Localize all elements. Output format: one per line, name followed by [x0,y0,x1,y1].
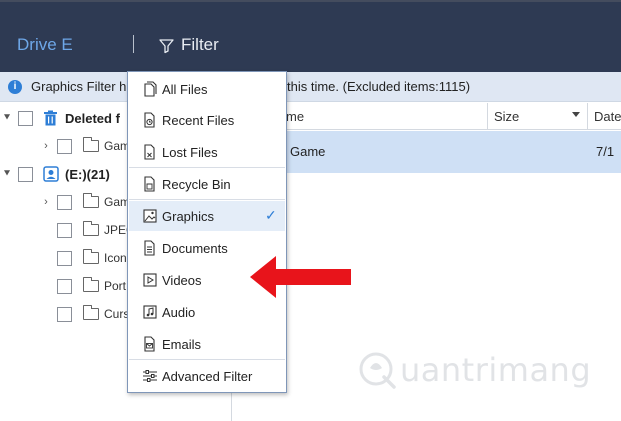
tree-checkbox[interactable] [57,222,72,238]
chevron-down-icon[interactable]: ⯆ [0,112,14,125]
info-text-right: this time. (Excluded items:1115) [287,79,471,94]
audio-icon [143,305,157,319]
drive-user-icon [42,166,59,183]
emails-icon [144,336,155,352]
menu-divider [129,199,285,200]
watermark-text: uantrimang [400,351,592,389]
menu-item-label: Recycle Bin [162,177,231,192]
menu-item-audio[interactable]: Audio [129,297,285,327]
menu-item-label: Documents [162,241,228,256]
tree-checkbox[interactable] [18,110,33,126]
menu-item-label: All Files [162,82,208,97]
chevron-right-icon[interactable]: › [39,140,53,152]
advanced-filter-icon [143,370,157,382]
graphics-icon [143,209,157,223]
folder-icon [82,277,99,295]
watermark-q-icon [359,352,396,389]
filter-dropdown-menu: All Files Recent Files Lost Files Recycl… [127,71,287,393]
table-row[interactable]: Game 7/1 [233,131,621,173]
tree-item-label: Curs [104,307,130,321]
menu-divider [129,167,285,168]
red-arrow-icon [250,256,351,298]
tree-checkbox[interactable] [57,250,72,266]
info-icon: i [8,80,22,94]
filter-button[interactable]: Filter [158,35,219,55]
chevron-right-icon[interactable]: › [39,196,53,208]
column-divider[interactable] [487,103,488,130]
filter-info-bar: i Graphics Filter h this time. (Excluded… [0,72,621,102]
chevron-down-icon[interactable]: ⯆ [0,168,14,181]
documents-icon [144,240,155,256]
column-header-date[interactable]: Date [594,109,621,124]
file-name-cell: Game [290,144,326,159]
folder-icon [82,221,99,239]
menu-item-label: Audio [162,305,196,320]
column-header-name[interactable]: me [286,109,304,124]
file-table-header: me Size Date [233,103,621,130]
menu-item-graphics[interactable]: Graphics ✓ [129,201,285,231]
lost-files-icon [144,144,155,160]
tree-item-label: Icon [104,251,127,265]
trash-icon [42,110,59,127]
toolbar-divider [133,35,134,53]
drive-tab[interactable]: Drive E [17,35,73,55]
tree-item-label: Deleted f [65,110,120,126]
folder-icon [82,305,99,323]
folder-icon [82,193,99,211]
menu-item-emails[interactable]: Emails [129,329,285,359]
tree-item-label: Port [104,279,127,293]
menu-item-advanced-filter[interactable]: Advanced Filter [129,361,285,391]
recent-files-icon [144,112,155,128]
menu-item-lost-files[interactable]: Lost Files [129,137,285,167]
info-text-left: Graphics Filter h [31,79,127,94]
menu-item-label: Graphics [162,209,215,224]
menu-item-label: Emails [162,337,202,352]
tree-checkbox[interactable] [57,194,72,210]
menu-item-all-files[interactable]: All Files [129,74,285,104]
checkmark-icon: ✓ [265,207,277,223]
tree-checkbox[interactable] [57,278,72,294]
menu-item-label: Videos [162,273,202,288]
folder-icon [82,249,99,267]
menu-item-label: Recent Files [162,113,235,128]
funnel-icon [159,38,174,53]
column-header-size[interactable]: Size [494,109,519,124]
menu-item-recent-files[interactable]: Recent Files [129,105,285,135]
menu-divider [129,359,285,360]
videos-icon [143,273,157,287]
column-divider[interactable] [587,103,588,130]
tree-checkbox[interactable] [18,166,33,182]
watermark-logo: uantrimang [358,350,591,390]
menu-item-label: Lost Files [162,145,218,160]
all-files-icon [144,81,157,97]
file-date-cell: 7/1 [596,144,615,159]
recycle-bin-icon [144,176,155,192]
menu-item-label: Advanced Filter [162,369,253,384]
top-bar: Drive E Filter [0,0,621,72]
folder-icon [82,137,99,155]
sort-dropdown-icon[interactable] [572,112,580,117]
menu-item-recycle-bin[interactable]: Recycle Bin [129,169,285,199]
tree-checkbox[interactable] [57,306,72,322]
tree-checkbox[interactable] [57,138,72,154]
filter-label: Filter [181,35,219,54]
tree-item-label: (E:)(21) [65,166,110,182]
